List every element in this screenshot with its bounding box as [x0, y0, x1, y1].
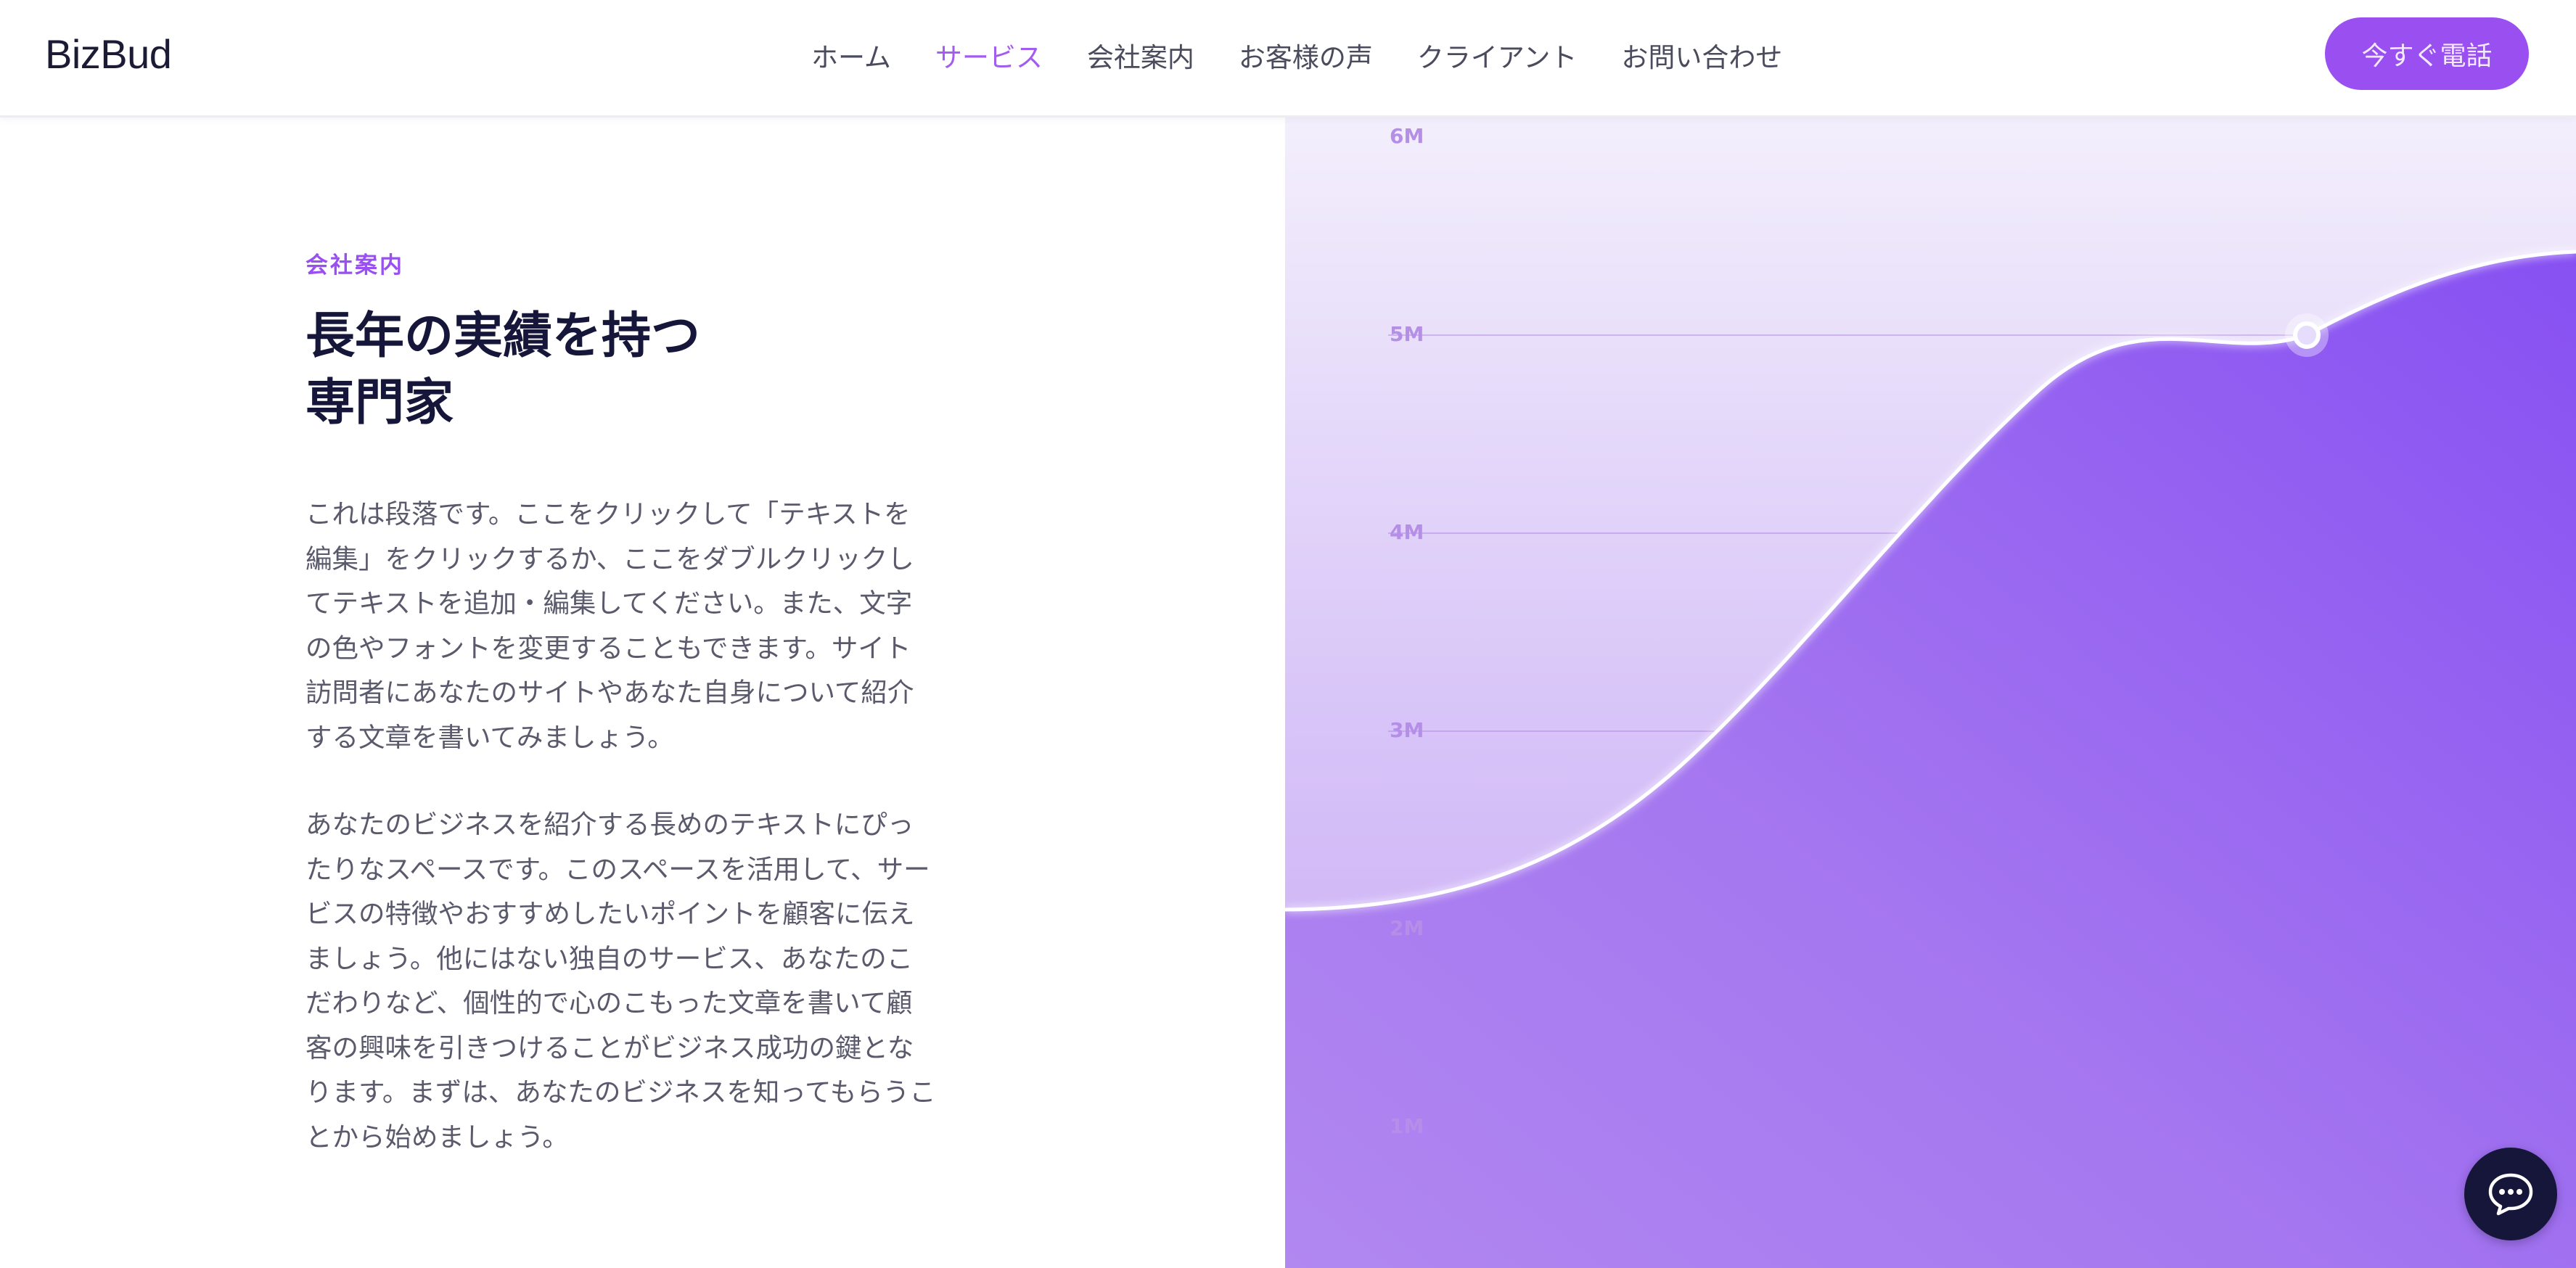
site-header: BizBud ホーム サービス 会社案内 お客様の声 クライアント お問い合わせ… [0, 0, 2576, 118]
nav-item-home[interactable]: ホーム [811, 36, 891, 75]
section-eyebrow: 会社案内 [305, 252, 404, 279]
y-tick-label: 2M [1390, 916, 1424, 940]
section-headline: 長年の実績を持つ 専門家 [305, 303, 813, 437]
body-paragraph-1: これは段落です。ここをクリックして「テキストを編集」をクリックするか、ここをダブ… [305, 498, 914, 753]
main-nav: ホーム サービス 会社案内 お客様の声 クライアント お問い合わせ [811, 35, 1826, 75]
headline-line-1: 長年の実績を持つ [305, 308, 701, 365]
y-tick-label: 6M [1390, 124, 1424, 148]
body-paragraph-2: あなたのビジネスを紹介する長めのテキストにぴったりなスペースです。このスペースを… [305, 809, 936, 1153]
y-tick-label: 4M [1390, 520, 1424, 544]
y-tick-label: 3M [1390, 718, 1424, 742]
nav-item-contact[interactable]: お問い合わせ [1621, 36, 1782, 75]
nav-item-services[interactable]: サービス [935, 36, 1043, 75]
growth-chart: 6M 5M 4M 3M 2M 1M [1285, 118, 2576, 1268]
headline-line-2: 専門家 [305, 374, 454, 432]
chat-bubble-icon [2488, 1173, 2533, 1216]
highlight-point[interactable] [2293, 321, 2321, 349]
nav-item-about[interactable]: 会社案内 [1087, 36, 1194, 75]
chat-button[interactable] [2464, 1148, 2557, 1240]
site-logo[interactable]: BizBud [45, 30, 172, 78]
nav-item-clients[interactable]: クライアント [1417, 36, 1578, 75]
nav-item-testimonials[interactable]: お客様の声 [1239, 36, 1373, 75]
call-now-button[interactable]: 今すぐ電話 [2325, 17, 2529, 90]
y-tick-label: 1M [1390, 1114, 1424, 1138]
growth-chart-svg: 6M 5M 4M 3M 2M 1M [1285, 118, 2576, 1268]
y-tick-label: 5M [1390, 322, 1424, 346]
